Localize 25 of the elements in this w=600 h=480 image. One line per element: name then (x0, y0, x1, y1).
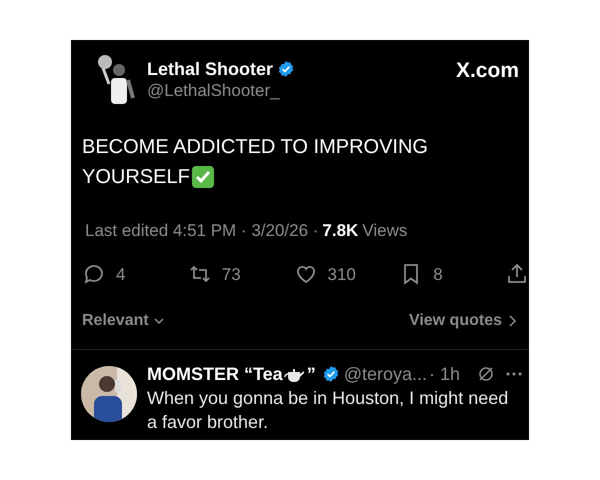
check-mark-icon (192, 166, 214, 188)
views-label: Views (362, 220, 408, 242)
brand-label: X.com (456, 58, 519, 84)
post-text-line: BECOME ADDICTED TO IMPROVING (82, 135, 428, 160)
stat-count: 310 (328, 264, 356, 286)
post-text-line: YOURSELF (82, 165, 190, 190)
author-name[interactable]: Lethal Shooter (147, 58, 274, 80)
chevron-right-icon (508, 314, 518, 328)
teapot-icon (284, 366, 306, 382)
stat-count: 73 (222, 264, 241, 286)
more-icon[interactable] (506, 372, 522, 376)
edited-timestamp: Last edited 4:51 PM · 3/20/26 · (85, 220, 318, 242)
reply-icon[interactable] (82, 262, 106, 286)
stat-count: 4 (116, 264, 126, 286)
reply-author-name-end: ” (306, 363, 316, 386)
mute-icon[interactable] (478, 366, 494, 382)
views-count: 7.8K (322, 220, 358, 242)
reply-handle[interactable]: @teroya... (344, 362, 427, 386)
reply-author-name[interactable]: MOMSTER “Tea (147, 362, 283, 386)
reply-time: · 1h (429, 363, 460, 386)
sort-dropdown[interactable]: Relevant (82, 309, 165, 333)
view-quotes-link[interactable]: View quotes (408, 309, 518, 333)
author-handle[interactable]: @LethalShooter_ (147, 80, 296, 102)
stat-count: 8 (433, 264, 443, 286)
reply-text: When you gonna be in Houston, I might need a favor brother. (147, 387, 510, 434)
